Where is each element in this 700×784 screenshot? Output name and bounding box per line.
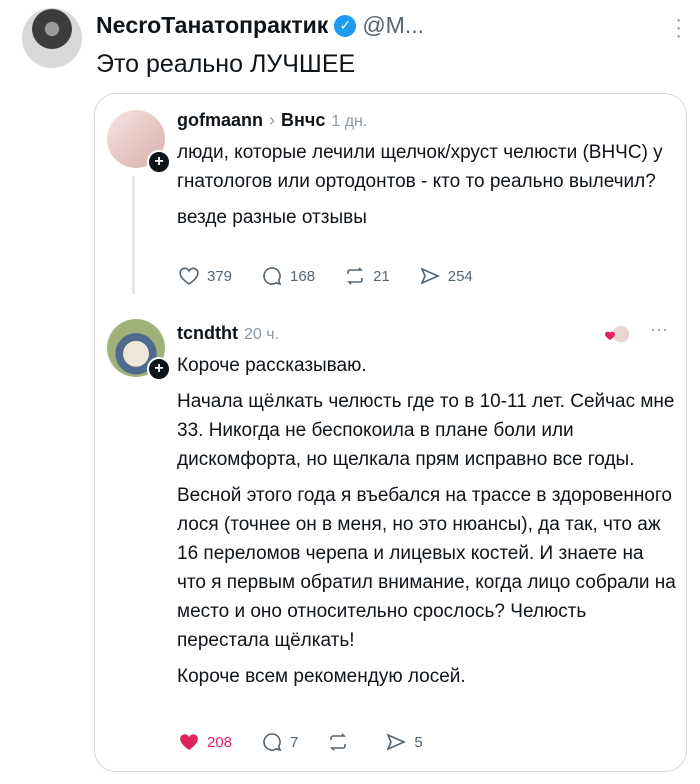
share-count: 5	[414, 733, 423, 751]
post-meta: gofmaann › Внчс 1 дн.	[177, 110, 367, 131]
liked-by-avatar-icon[interactable]	[604, 323, 630, 345]
heart-icon	[179, 267, 199, 285]
follow-plus-icon[interactable]: +	[147, 150, 171, 174]
tweet-text: Это реально ЛУЧШЕЕ	[96, 50, 356, 78]
like-button[interactable]: 208	[177, 730, 232, 754]
more-horizontal-icon[interactable]: ···	[650, 319, 668, 340]
share-button[interactable]: 254	[418, 264, 473, 288]
post-paragraph: Начала щёлкать челюсть где то в 10-11 ле…	[177, 391, 675, 470]
reply-count: 168	[290, 267, 316, 285]
send-icon	[386, 733, 407, 751]
repost-icon	[330, 733, 347, 751]
quoted-thread-card[interactable]: + gofmaann › Внчс 1 дн. люди, которые ле…	[94, 93, 687, 772]
like-count: 208	[207, 733, 233, 751]
username[interactable]: gofmaann	[177, 110, 263, 131]
author-handle[interactable]: @M...	[362, 12, 424, 39]
send-icon	[420, 267, 440, 285]
follow-plus-icon[interactable]: +	[147, 357, 171, 381]
post-paragraph: Короче всем рекомендую лосей.	[177, 666, 466, 687]
tweet-header: NecroТанатопрактик ✓ @M...	[96, 12, 424, 39]
username[interactable]: tcndtht	[177, 323, 238, 344]
tweet-author-avatar[interactable]	[22, 8, 82, 68]
repost-icon	[347, 267, 363, 285]
share-button[interactable]: 5	[384, 730, 423, 754]
topic-tag[interactable]: Внчс	[281, 110, 325, 131]
verified-badge-icon: ✓	[334, 14, 357, 37]
post-paragraph: люди, которые лечили щелчок/хруст челюст…	[177, 142, 663, 192]
reply-count: 7	[290, 733, 299, 751]
repost-button[interactable]: 21	[343, 264, 390, 288]
reply-icon	[263, 267, 282, 286]
action-bar: 379 168 21 254	[177, 264, 473, 288]
timestamp: 20 ч.	[243, 326, 280, 343]
post-paragraph: Короче рассказываю.	[177, 355, 367, 376]
more-vertical-icon[interactable]: · · ·	[675, 10, 682, 46]
author-name[interactable]: NecroТанатопрактик	[96, 12, 328, 39]
reply-button[interactable]: 168	[260, 264, 315, 288]
post-paragraph: везде разные отзывы	[177, 207, 367, 228]
heart-filled-icon	[180, 734, 198, 750]
timestamp: 1 дн.	[331, 113, 368, 130]
chevron-right-icon: ›	[269, 110, 276, 130]
share-count: 254	[447, 267, 473, 285]
like-count: 379	[207, 267, 233, 285]
reply-button[interactable]: 7	[260, 730, 298, 754]
reply-icon	[263, 733, 282, 752]
thread-connector-line	[132, 176, 135, 294]
action-bar: 208 7 5	[177, 730, 423, 754]
repost-count: 21	[373, 267, 390, 285]
repost-button[interactable]	[326, 730, 356, 754]
like-button[interactable]: 379	[177, 264, 232, 288]
post-body: Короче рассказываю. Начала щёлкать челюс…	[177, 351, 677, 698]
post-paragraph: Весной этого года я въебался на трассе в…	[177, 485, 676, 651]
post-body: люди, которые лечили щелчок/хруст челюст…	[177, 138, 677, 239]
post-meta: tcndtht 20 ч.	[177, 323, 279, 344]
